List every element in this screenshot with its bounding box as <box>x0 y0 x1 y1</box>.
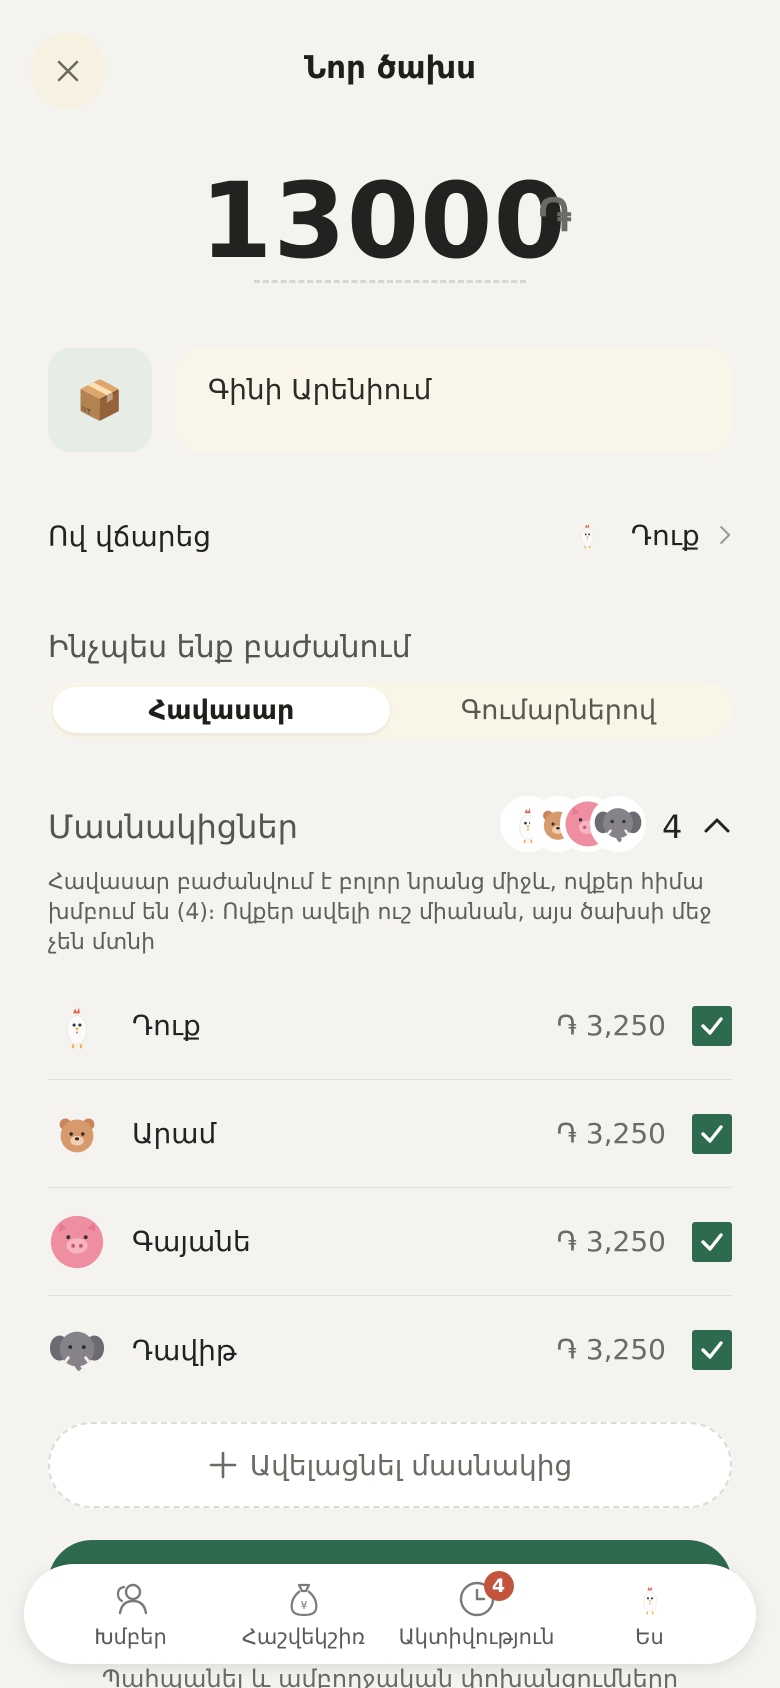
member-row[interactable]: Դուք ֏ 3,250 <box>48 972 732 1080</box>
member-name: Դուք <box>132 1009 201 1042</box>
amount-value[interactable]: 13000 <box>200 160 566 282</box>
check-icon <box>701 1124 723 1143</box>
member-row[interactable]: Դավիթ ֏ 3,250 <box>48 1296 732 1404</box>
participants-count: 4 <box>662 808 683 846</box>
member-name: Արամ <box>132 1117 217 1150</box>
check-icon <box>701 1016 723 1035</box>
check-icon <box>701 1232 723 1251</box>
money-bag-icon: ¥ <box>290 1583 317 1617</box>
member-share: ֏ 3,250 <box>556 1008 666 1042</box>
people-icon <box>116 1583 147 1615</box>
add-participant-label: Ավելացնել մասնակից <box>249 1448 573 1482</box>
bear-avatar <box>48 1105 106 1163</box>
chicken-avatar <box>570 513 605 557</box>
member-share: ֏ 3,250 <box>556 1333 666 1366</box>
participants-avatar-stack <box>500 796 650 854</box>
split-toggle: Հավասար Գումարներով <box>48 682 732 738</box>
member-checkbox[interactable] <box>692 1005 732 1046</box>
tab-label: Հաշվեկշիռ <box>241 1625 366 1649</box>
currency-symbol: ֏ <box>538 188 572 242</box>
payer-label: Ով վճարեց <box>48 520 211 553</box>
bottom-tab-bar: Խմբեր ¥ Հաշվեկշիռ 4 Ակտիվություն Ես <box>24 1564 756 1664</box>
member-share: ֏ 3,250 <box>556 1116 666 1150</box>
description-input[interactable]: Գինի Արենիում <box>174 348 732 452</box>
member-row[interactable]: Գայանե ֏ 3,250 <box>48 1188 732 1296</box>
member-row[interactable]: Արամ ֏ 3,250 <box>48 1080 732 1188</box>
chicken-avatar <box>630 1579 670 1619</box>
svg-text:¥: ¥ <box>300 1599 307 1612</box>
check-icon <box>701 1341 723 1359</box>
member-share: ֏ 3,250 <box>556 1224 666 1258</box>
payer-select[interactable]: Դուք <box>570 505 732 565</box>
member-name: Գայանե <box>132 1225 251 1258</box>
plus-icon <box>209 1451 237 1479</box>
tab-label: Ես <box>635 1625 664 1649</box>
activity-badge: 4 <box>483 1571 514 1601</box>
tab-label: Խմբեր <box>94 1625 167 1649</box>
tab-me[interactable]: Ես <box>565 1579 735 1649</box>
member-checkbox[interactable] <box>692 1221 732 1262</box>
chevron-up-icon <box>704 818 730 833</box>
tab-balance[interactable]: ¥ Հաշվեկշիռ <box>219 1579 389 1649</box>
amount-input[interactable]: 13000 ֏ <box>0 150 780 282</box>
category-picker[interactable]: 📦 <box>48 348 152 452</box>
participants-note: Հավասար բաժանվում է բոլոր նրանց միջև, ով… <box>48 870 712 955</box>
page-title: Նոր ծախս <box>303 50 477 86</box>
pig-avatar <box>48 1213 106 1271</box>
member-checkbox[interactable] <box>692 1330 732 1370</box>
member-checkbox[interactable] <box>692 1113 732 1154</box>
member-name: Դավիթ <box>132 1333 237 1367</box>
package-icon: 📦 <box>76 377 124 422</box>
participants-heading: Մասնակիցներ <box>48 808 298 846</box>
tab-activity[interactable]: 4 Ակտիվություն <box>392 1571 562 1649</box>
payer-name: Դուք <box>630 518 700 552</box>
chevron-right-icon <box>719 526 730 544</box>
tab-label: Ակտիվություն <box>398 1625 555 1649</box>
hidden-footer-text: Պահպանել և ամբողջական փոխանցումները <box>101 1665 679 1688</box>
elephant-avatar <box>590 796 646 852</box>
chicken-avatar <box>48 997 106 1055</box>
new-expense-screen: Նոր ծախս 13000 ֏ 📦 Գինի Արենիում Ով վճար… <box>0 0 780 1688</box>
collapse-participants-button[interactable] <box>700 808 734 842</box>
amount-underline <box>254 280 526 283</box>
elephant-avatar <box>48 1321 106 1379</box>
description-value: Գինի Արենիում <box>208 372 432 406</box>
split-option-equal[interactable]: Հավասար <box>53 687 390 733</box>
add-participant-button[interactable]: Ավելացնել մասնակից <box>48 1422 732 1508</box>
tab-groups[interactable]: Խմբեր <box>46 1579 216 1649</box>
split-option-amounts[interactable]: Գումարներով <box>390 687 727 733</box>
split-heading: Ինչպես ենք բաժանում <box>48 630 411 665</box>
